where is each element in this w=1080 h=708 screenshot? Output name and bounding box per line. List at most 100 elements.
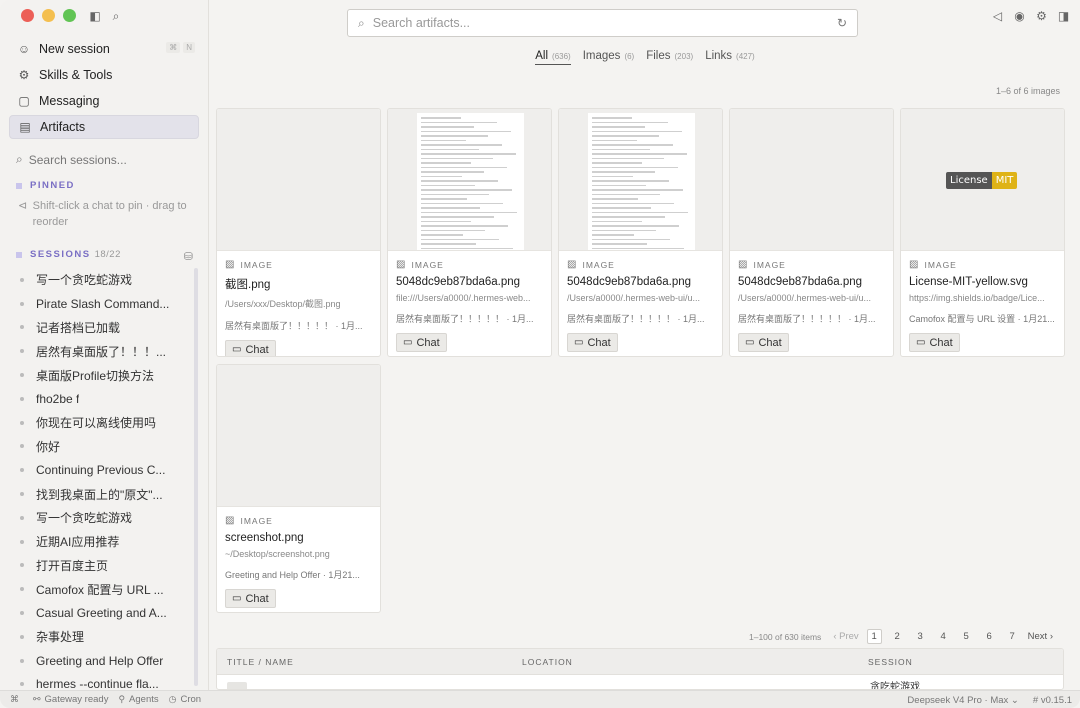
nav-messaging[interactable]: ▢ Messaging	[9, 89, 199, 113]
artifact-thumbnail[interactable]	[217, 365, 380, 507]
speaker-icon[interactable]: ◁	[991, 9, 1004, 23]
session-item[interactable]: 你好	[20, 435, 188, 459]
chat-button[interactable]: ▭ Chat	[396, 333, 447, 352]
close-window-button[interactable]	[21, 9, 34, 22]
page-button[interactable]: 5	[959, 631, 974, 642]
artifact-name: 截图.png	[225, 279, 271, 291]
session-title: 你好	[36, 439, 61, 454]
search-icon[interactable]: ⌕	[109, 9, 123, 23]
chat-button[interactable]: ▭ Chat	[567, 333, 618, 352]
session-list: 写一个贪吃蛇游戏 Pirate Slash Command... 记者搭档已加载 居然…	[20, 268, 188, 696]
nav-new-session[interactable]: ☺ New session ⌘ N	[9, 37, 199, 61]
artifact-card[interactable]: ▨ IMAGE 5048dc9eb87bda6a.png file:///Users/…	[387, 108, 552, 357]
artifact-thumbnail[interactable]	[217, 109, 380, 251]
page-button[interactable]: 1	[866, 629, 882, 644]
artifact-card[interactable]: ▨ IMAGE 5048dc9eb87bda6a.png/Users/a0000/.…	[558, 108, 723, 357]
session-bullet-icon	[20, 539, 24, 544]
tab-files[interactable]: Files (203)	[646, 50, 693, 65]
version-label: v0.15.1	[1040, 694, 1072, 706]
session-item[interactable]: 写一个贪吃蛇游戏	[20, 506, 188, 530]
folder-icon[interactable]: ⛁	[184, 250, 193, 263]
chat-button[interactable]: ▭ Chat	[738, 333, 789, 352]
artifact-thumbnail[interactable]	[559, 109, 722, 251]
artifact-card[interactable]: License MIT ▨ IMAGE License-MIT-yellow.svg ht…	[900, 108, 1065, 357]
model-selector[interactable]: Deepseek V4 Pro · Max ⌄	[907, 695, 1018, 706]
artifact-card[interactable]: ▨ IMAGE screenshot.png ~/Desktop/screenshot…	[216, 364, 381, 613]
folder-icon: ▭	[745, 337, 755, 348]
session-item[interactable]: 居然有桌面版了！！！...	[20, 339, 188, 363]
artifact-thumbnail[interactable]	[388, 109, 551, 251]
session-bullet-icon	[20, 515, 24, 520]
badge-left: License	[946, 172, 992, 189]
chat-button[interactable]: ▭ Chat	[225, 340, 276, 356]
table-row[interactable]: 贪吃蛇游戏	[217, 675, 1063, 689]
session-item[interactable]: 你现在可以离线使用吗	[20, 411, 188, 435]
artifact-search-input[interactable]	[372, 16, 837, 30]
agents-icon: ⚲	[118, 694, 126, 704]
refresh-icon[interactable]: ↻	[837, 16, 847, 30]
search-sessions-input[interactable]: ⌕ Search sessions...	[16, 152, 127, 167]
tab-images[interactable]: Images (6)	[583, 50, 635, 65]
session-item[interactable]: 桌面版Profile切换方法	[20, 363, 188, 387]
page-button[interactable]: 6	[982, 631, 997, 642]
artifact-search-bar[interactable]: ⌕ ↻	[347, 9, 858, 37]
session-bullet-icon	[20, 277, 24, 282]
sessions-count: 18/22	[94, 249, 121, 260]
account-icon[interactable]: ◉	[1013, 9, 1026, 23]
prev-page-button[interactable]: ‹ Prev	[833, 631, 858, 642]
session-item[interactable]: Greeting and Help Offer	[20, 649, 188, 673]
session-item[interactable]: 杂事处理	[20, 625, 188, 649]
command-icon[interactable]: ⌘	[10, 694, 23, 705]
artifact-card[interactable]: ▨ IMAGE 截图.png/Users/xxx/Desktop/截图.png 居然有…	[216, 108, 381, 357]
image-range-text: 1–6 of 6 images	[995, 86, 1060, 96]
artifact-path: /Users/xxx/Desktop/截图.png	[225, 299, 341, 309]
chat-button[interactable]: ▭ Chat	[909, 333, 960, 352]
session-item[interactable]: Pirate Slash Command...	[20, 292, 188, 316]
session-item[interactable]: Camofox 配置与 URL ...	[20, 577, 188, 601]
chat-button[interactable]: ▭ Chat	[225, 589, 276, 608]
pinned-title: PINNED	[30, 180, 75, 191]
sidebar-toggle-icon[interactable]: ◧	[88, 9, 102, 23]
minimize-window-button[interactable]	[42, 9, 55, 22]
badge-right: MIT	[991, 172, 1018, 189]
artifact-card[interactable]: ▨ IMAGE 5048dc9eb87bda6a.png/Users/a0000/.…	[729, 108, 894, 357]
nav-skills-tools[interactable]: ⚙ Skills & Tools	[9, 63, 199, 87]
page-button[interactable]: 3	[913, 631, 928, 642]
card-body: ▨ IMAGE 截图.png/Users/xxx/Desktop/截图.png 居然有…	[217, 251, 380, 356]
tab-links[interactable]: Links (427)	[705, 50, 755, 65]
artifact-thumbnail[interactable]: License MIT	[901, 109, 1064, 251]
session-item[interactable]: 找到我桌面上的"原文"...	[20, 482, 188, 506]
chat-label: Chat	[416, 336, 440, 349]
session-scrollbar[interactable]	[194, 268, 198, 686]
session-item[interactable]: 写一个贪吃蛇游戏	[20, 268, 188, 292]
session-item[interactable]: 打开百度主页	[20, 554, 188, 578]
artifact-thumbnail[interactable]	[730, 109, 893, 251]
session-item[interactable]: 近期AI应用推荐	[20, 530, 188, 554]
artifacts-icon: ▤	[19, 120, 31, 134]
image-icon: ▨	[396, 259, 407, 270]
card-body: ▨ IMAGE License-MIT-yellow.svg https://img.…	[901, 251, 1064, 356]
pinned-hint: ⊲ Shift-click a chat to pin · drag to re…	[18, 198, 203, 230]
gateway-label: Gateway ready	[44, 694, 109, 705]
maximize-window-button[interactable]	[63, 9, 76, 22]
page-button[interactable]: 7	[1005, 631, 1020, 642]
gear-icon[interactable]: ⚙	[1035, 9, 1048, 23]
column-title-name[interactable]: TITLE / NAME	[227, 657, 294, 667]
tab-all[interactable]: All (636)	[535, 50, 571, 65]
session-item[interactable]: Continuing Previous C...	[20, 458, 188, 482]
nav-artifacts[interactable]: ▤ Artifacts	[9, 115, 199, 139]
window-controls	[21, 9, 76, 22]
column-session[interactable]: SESSION	[868, 657, 913, 667]
session-item[interactable]: fho2be f	[20, 387, 188, 411]
agents-status[interactable]: ⚲ Agents	[118, 694, 158, 705]
next-page-button[interactable]: Next ›	[1028, 631, 1053, 642]
session-item[interactable]: Casual Greeting and A...	[20, 601, 188, 625]
page-button[interactable]: 2	[890, 631, 905, 642]
panel-toggle-icon[interactable]: ◨	[1057, 9, 1070, 23]
gateway-status[interactable]: ⚯ Gateway ready	[33, 694, 108, 705]
cron-status[interactable]: ◷ Cron	[169, 694, 201, 705]
page-button[interactable]: 4	[936, 631, 951, 642]
session-item[interactable]: 记者搭档已加载	[20, 316, 188, 340]
column-location[interactable]: LOCATION	[522, 657, 573, 667]
artifact-meta: 居然有桌面版了！！！！！ · 1月...	[738, 314, 876, 324]
